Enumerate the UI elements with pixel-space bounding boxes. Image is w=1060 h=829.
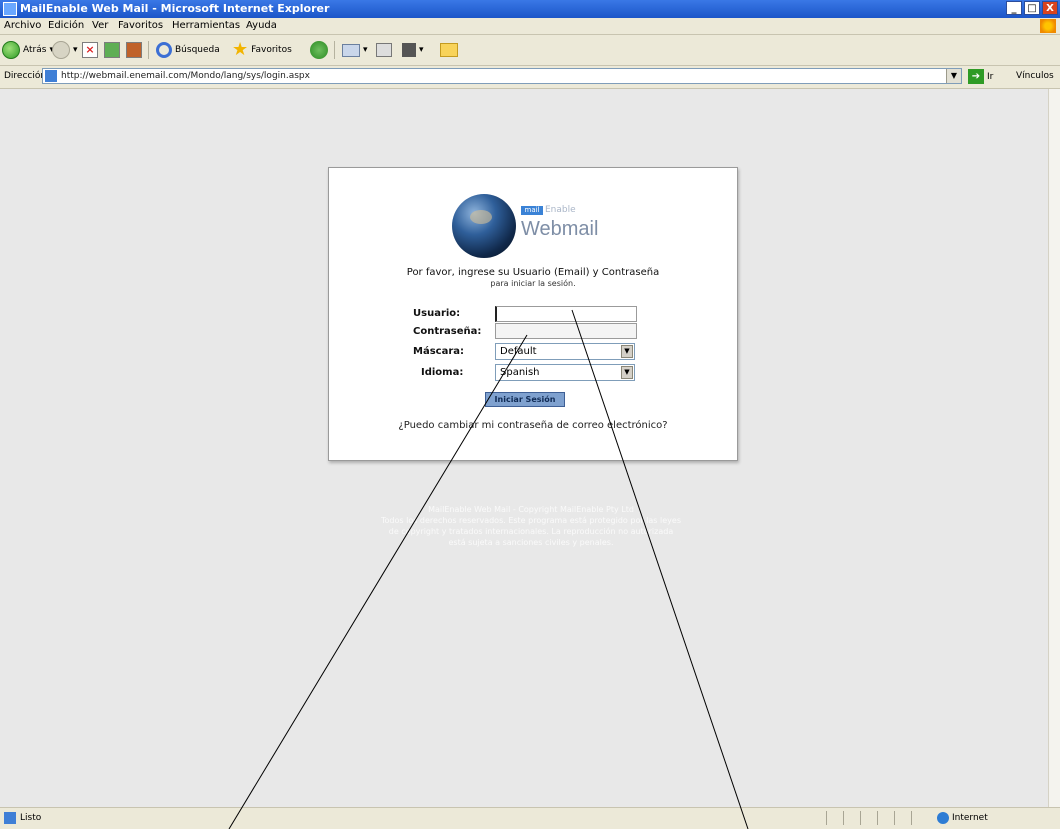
usuario-label: Usuario: bbox=[413, 308, 461, 319]
links-label[interactable]: Vínculos bbox=[1016, 71, 1054, 81]
printer-icon bbox=[376, 43, 392, 57]
logo-webmail-text: Webmail bbox=[521, 218, 599, 240]
forward-button[interactable]: ▾ bbox=[52, 40, 78, 60]
home-button[interactable] bbox=[126, 40, 142, 60]
login-card: mail Enable Webmail Por favor, ingrese s… bbox=[328, 167, 738, 461]
idioma-value: Spanish bbox=[500, 367, 540, 378]
back-label: Atrás bbox=[23, 45, 47, 55]
menu-herramientas[interactable]: Herramientas bbox=[172, 20, 240, 31]
url-input[interactable]: http://webmail.enemail.com/Mondo/lang/sy… bbox=[42, 68, 962, 84]
chevron-down-icon[interactable]: ▼ bbox=[621, 366, 633, 379]
internet-globe-icon bbox=[937, 812, 949, 824]
status-bar: Listo Internet bbox=[0, 807, 1060, 829]
edit-icon bbox=[402, 43, 416, 57]
maximize-button[interactable]: □ bbox=[1024, 1, 1040, 15]
mascara-select[interactable]: Default ▼ bbox=[495, 343, 635, 360]
status-pane bbox=[911, 811, 928, 825]
status-pane bbox=[877, 811, 894, 825]
change-password-link[interactable]: ¿Puedo cambiar mi contraseña de correo e… bbox=[329, 420, 737, 431]
url-text: http://webmail.enemail.com/Mondo/lang/sy… bbox=[61, 71, 310, 81]
menu-archivo[interactable]: Archivo bbox=[4, 20, 41, 31]
toolbar-separator bbox=[148, 41, 149, 59]
status-text: Listo bbox=[20, 813, 42, 823]
windows-logo-icon bbox=[1040, 19, 1056, 33]
stop-icon: × bbox=[82, 42, 98, 58]
vertical-scrollbar[interactable] bbox=[1048, 89, 1060, 807]
chevron-down-icon: ▾ bbox=[419, 45, 424, 55]
home-icon bbox=[126, 42, 142, 58]
status-pane bbox=[894, 811, 911, 825]
stop-button[interactable]: × bbox=[82, 40, 98, 60]
menu-ver[interactable]: Ver bbox=[92, 20, 108, 31]
login-instructions-sub: para iniciar la sesión. bbox=[490, 279, 576, 288]
footer-line-3: de copyright y tratados internacionales.… bbox=[388, 527, 674, 536]
idioma-select[interactable]: Spanish ▼ bbox=[495, 364, 635, 381]
close-button[interactable]: X bbox=[1042, 1, 1058, 15]
usuario-input[interactable] bbox=[495, 306, 637, 322]
chevron-down-icon: ▾ bbox=[73, 45, 78, 55]
go-arrow-icon: ➔ bbox=[968, 69, 984, 84]
mail-icon bbox=[342, 43, 360, 57]
search-icon bbox=[156, 42, 172, 58]
back-arrow-icon bbox=[2, 41, 20, 59]
folder-button[interactable] bbox=[440, 40, 458, 60]
address-bar: Dirección http://webmail.enemail.com/Mon… bbox=[0, 66, 1060, 89]
menu-edicion[interactable]: Edición bbox=[48, 20, 84, 31]
logo-mail-text: mail bbox=[521, 206, 543, 215]
status-pane bbox=[843, 811, 860, 825]
chevron-down-icon: ▾ bbox=[363, 45, 368, 55]
window-title-bar: MailEnable Web Mail - Microsoft Internet… bbox=[0, 0, 1060, 18]
favorites-label: Favoritos bbox=[251, 45, 292, 55]
menu-favoritos[interactable]: Favoritos bbox=[118, 20, 163, 31]
status-panes bbox=[826, 811, 928, 825]
footer-line-2: Todos los derechos reservados. Este prog… bbox=[381, 516, 681, 525]
window-title: MailEnable Web Mail - Microsoft Internet… bbox=[20, 2, 330, 15]
footer-line-1: MailEnable Web Mail - Copyright MailEnab… bbox=[428, 505, 634, 514]
go-label: Ir bbox=[987, 71, 994, 82]
history-button[interactable] bbox=[310, 40, 328, 60]
search-button[interactable]: Búsqueda bbox=[156, 40, 220, 60]
folder-icon bbox=[440, 43, 458, 57]
toolbar: Atrás ▾ ▾ × Búsqueda ★ Favoritos ▾ ▾ bbox=[0, 35, 1060, 66]
menu-ayuda[interactable]: Ayuda bbox=[246, 20, 277, 31]
chevron-down-icon[interactable]: ▼ bbox=[946, 69, 961, 83]
contrasena-input[interactable] bbox=[495, 323, 637, 339]
window-controls: _ □ X bbox=[1006, 1, 1058, 15]
minimize-button[interactable]: _ bbox=[1006, 1, 1022, 15]
mail-button[interactable]: ▾ bbox=[342, 40, 368, 60]
ie-icon bbox=[3, 2, 17, 16]
toolbar-separator bbox=[334, 41, 335, 59]
forward-arrow-icon bbox=[52, 41, 70, 59]
page-done-icon bbox=[4, 812, 16, 824]
chevron-down-icon[interactable]: ▼ bbox=[621, 345, 633, 358]
page-viewport: mail Enable Webmail Por favor, ingrese s… bbox=[0, 89, 1048, 807]
go-button[interactable]: ➔ Ir bbox=[968, 69, 993, 84]
status-pane bbox=[826, 811, 843, 825]
menu-bar: Archivo Edición Ver Favoritos Herramient… bbox=[0, 18, 1060, 35]
security-zone: Internet bbox=[952, 813, 988, 823]
address-label: Dirección bbox=[4, 71, 47, 81]
footer-line-4: está sujeta a sanciones civiles y penale… bbox=[448, 538, 614, 547]
page-icon bbox=[45, 70, 57, 82]
contrasena-label: Contraseña: bbox=[413, 326, 482, 337]
back-button[interactable]: Atrás ▾ bbox=[2, 40, 54, 60]
logo-enable-text: Enable bbox=[545, 205, 576, 215]
mascara-label: Máscara: bbox=[413, 346, 465, 357]
refresh-icon bbox=[104, 42, 120, 58]
print-button[interactable] bbox=[376, 40, 392, 60]
idioma-label: Idioma: bbox=[421, 367, 464, 378]
status-pane bbox=[860, 811, 877, 825]
mascara-value: Default bbox=[500, 346, 537, 357]
edit-button[interactable]: ▾ bbox=[402, 40, 424, 60]
globe-logo-icon bbox=[452, 194, 516, 258]
login-button[interactable]: Iniciar Sesión bbox=[485, 392, 565, 407]
star-icon: ★ bbox=[232, 39, 249, 60]
refresh-button[interactable] bbox=[104, 40, 120, 60]
login-instructions: Por favor, ingrese su Usuario (Email) y … bbox=[406, 267, 660, 278]
search-label: Búsqueda bbox=[175, 45, 220, 55]
history-icon bbox=[310, 41, 328, 59]
favorites-button[interactable]: ★ Favoritos bbox=[232, 40, 292, 60]
